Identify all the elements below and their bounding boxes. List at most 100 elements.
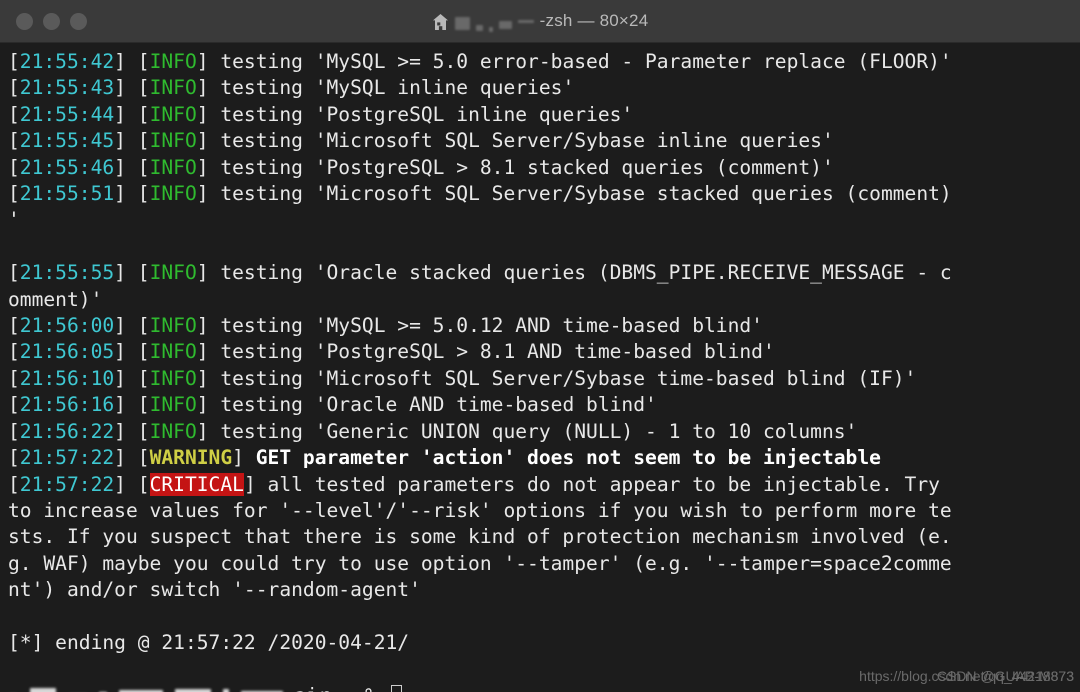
log-level-badge: INFO [149, 261, 197, 285]
bracket: ] [196, 419, 221, 443]
bracket: ] [ [114, 50, 150, 73]
log-level-badge: INFO [149, 129, 197, 153]
bracket: ] [196, 102, 221, 126]
bracket: ] [ [114, 366, 150, 390]
window-controls [16, 12, 87, 30]
bracket: [ [8, 340, 20, 364]
log-timestamp: 21:56:22 [19, 419, 115, 443]
log-timestamp: 21:57:22 [19, 472, 115, 496]
bracket: [ [8, 50, 20, 73]
log-message: testing 'Generic UNION query (NULL) - 1 … [220, 419, 858, 443]
log-level-badge: INFO [149, 76, 197, 100]
bracket: ] [243, 472, 268, 496]
bracket: ] [ [114, 393, 150, 417]
log-message: testing 'Microsoft SQL Server/Sybase tim… [220, 366, 917, 390]
terminal-log-line: [21:57:22] [CRITICAL] all tested paramet… [8, 472, 1080, 498]
terminal-window: -zsh — 80×24 [21:55:42] [INFO] testing '… [0, 0, 1080, 692]
log-timestamp: 21:57:22 [19, 446, 115, 470]
log-message: testing 'Microsoft SQL Server/Sybase sta… [220, 182, 952, 206]
bracket: ] [196, 76, 221, 100]
text-cursor[interactable] [390, 684, 402, 692]
terminal-log-line: [21:55:51] [INFO] testing 'Microsoft SQL… [8, 181, 1080, 207]
bracket: ] [ [114, 182, 150, 206]
log-message: nt') and/or switch '--random-agent' [8, 578, 421, 602]
shell-prompt-line[interactable]: air ~ % [8, 683, 1080, 692]
log-level-badge: INFO [149, 340, 197, 364]
log-level-badge: INFO [149, 182, 197, 206]
log-timestamp: 21:56:00 [19, 314, 115, 338]
log-message: testing 'MySQL >= 5.0.12 AND time-based … [220, 314, 763, 338]
bracket: [ [8, 446, 20, 470]
terminal-log-line: [21:55:45] [INFO] testing 'Microsoft SQL… [8, 128, 1080, 154]
bracket: ] [196, 155, 221, 179]
terminal-content-area[interactable]: [21:55:42] [INFO] testing 'MySQL >= 5.0 … [0, 43, 1080, 692]
terminal-log-line: [21:57:22] [WARNING] GET parameter 'acti… [8, 445, 1080, 471]
bracket: ] [ [114, 314, 150, 338]
terminal-log-line: [21:55:43] [INFO] testing 'MySQL inline … [8, 75, 1080, 101]
window-title-text: -zsh — 80×24 [539, 11, 649, 30]
log-timestamp: 21:55:46 [19, 155, 115, 179]
log-message: g. WAF) maybe you could try to use optio… [8, 551, 952, 575]
close-button[interactable] [16, 12, 33, 30]
log-timestamp: 21:56:16 [19, 393, 115, 417]
log-message: testing 'Oracle AND time-based blind' [220, 393, 657, 417]
log-message: to increase values for '--level'/'--risk… [8, 498, 952, 522]
log-message: omment)' [8, 287, 103, 311]
bracket: ] [ [114, 102, 150, 126]
log-message: all tested parameters do not appear to b… [267, 472, 940, 496]
bracket: ] [ [114, 419, 150, 443]
terminal-text-line: [*] ending @ 21:57:22 /2020-04-21/ [8, 630, 1080, 656]
minimize-button[interactable] [43, 12, 60, 30]
log-level-badge: INFO [149, 50, 197, 73]
bracket: ] [196, 129, 221, 153]
bracket: ] [ [114, 155, 150, 179]
terminal-log-line: [21:56:16] [INFO] testing 'Oracle AND ti… [8, 392, 1080, 418]
log-level-badge: INFO [149, 366, 197, 390]
log-level-badge: INFO [149, 419, 197, 443]
log-timestamp: 21:56:05 [19, 340, 115, 364]
bracket: ] [196, 261, 221, 285]
log-timestamp: 21:55:55 [19, 261, 115, 285]
log-level-badge: INFO [149, 393, 197, 417]
log-message: GET parameter 'action' does not seem to … [255, 446, 881, 470]
log-level-badge: INFO [149, 155, 197, 179]
bracket: ] [ [114, 340, 150, 364]
terminal-text-line: nt') and/or switch '--random-agent' [8, 577, 1080, 603]
bracket: ] [196, 340, 221, 364]
prompt-suffix: air ~ % [294, 684, 388, 692]
title-redacted-block-3 [488, 26, 493, 32]
log-message: testing 'Microsoft SQL Server/Sybase inl… [220, 129, 834, 153]
bracket: [ [8, 472, 20, 496]
log-timestamp: 21:56:10 [19, 366, 115, 390]
log-level-badge: WARNING [149, 446, 233, 470]
log-timestamp: 21:55:43 [19, 76, 115, 100]
window-title-area: -zsh — 80×24 [0, 0, 1080, 42]
bracket: ] [ [114, 261, 150, 285]
bracket: ] [196, 393, 221, 417]
terminal-text-line: g. WAF) maybe you could try to use optio… [8, 551, 1080, 577]
prompt-redacted-block-2 [29, 687, 56, 692]
log-timestamp: 21:55:44 [19, 102, 115, 126]
window-titlebar: -zsh — 80×24 [0, 0, 1080, 43]
bracket: [ [8, 314, 20, 338]
terminal-text-line: ' [8, 207, 1080, 233]
zoom-button[interactable] [70, 12, 87, 30]
log-message: sts. If you suspect that there is some k… [8, 525, 952, 549]
bracket: ] [ [114, 446, 150, 470]
log-level-badge: INFO [149, 102, 197, 126]
bracket: ] [ [114, 472, 150, 496]
terminal-log-line: [21:55:44] [INFO] testing 'PostgreSQL in… [8, 102, 1080, 128]
bracket: ] [ [114, 129, 150, 153]
bracket: [ [8, 129, 20, 153]
title-redacted-block-2 [475, 25, 483, 31]
log-message: testing 'MySQL >= 5.0 error-based - Para… [220, 50, 952, 73]
bracket: ] [196, 314, 221, 338]
terminal-log-line: [21:56:22] [INFO] testing 'Generic UNION… [8, 419, 1080, 445]
bracket: ] [232, 446, 256, 470]
terminal-log-line: [21:55:42] [INFO] testing 'MySQL >= 5.0 … [8, 49, 1080, 75]
bracket: [ [8, 261, 20, 285]
title-redacted-block-5 [517, 19, 534, 23]
bracket: [ [8, 155, 20, 179]
